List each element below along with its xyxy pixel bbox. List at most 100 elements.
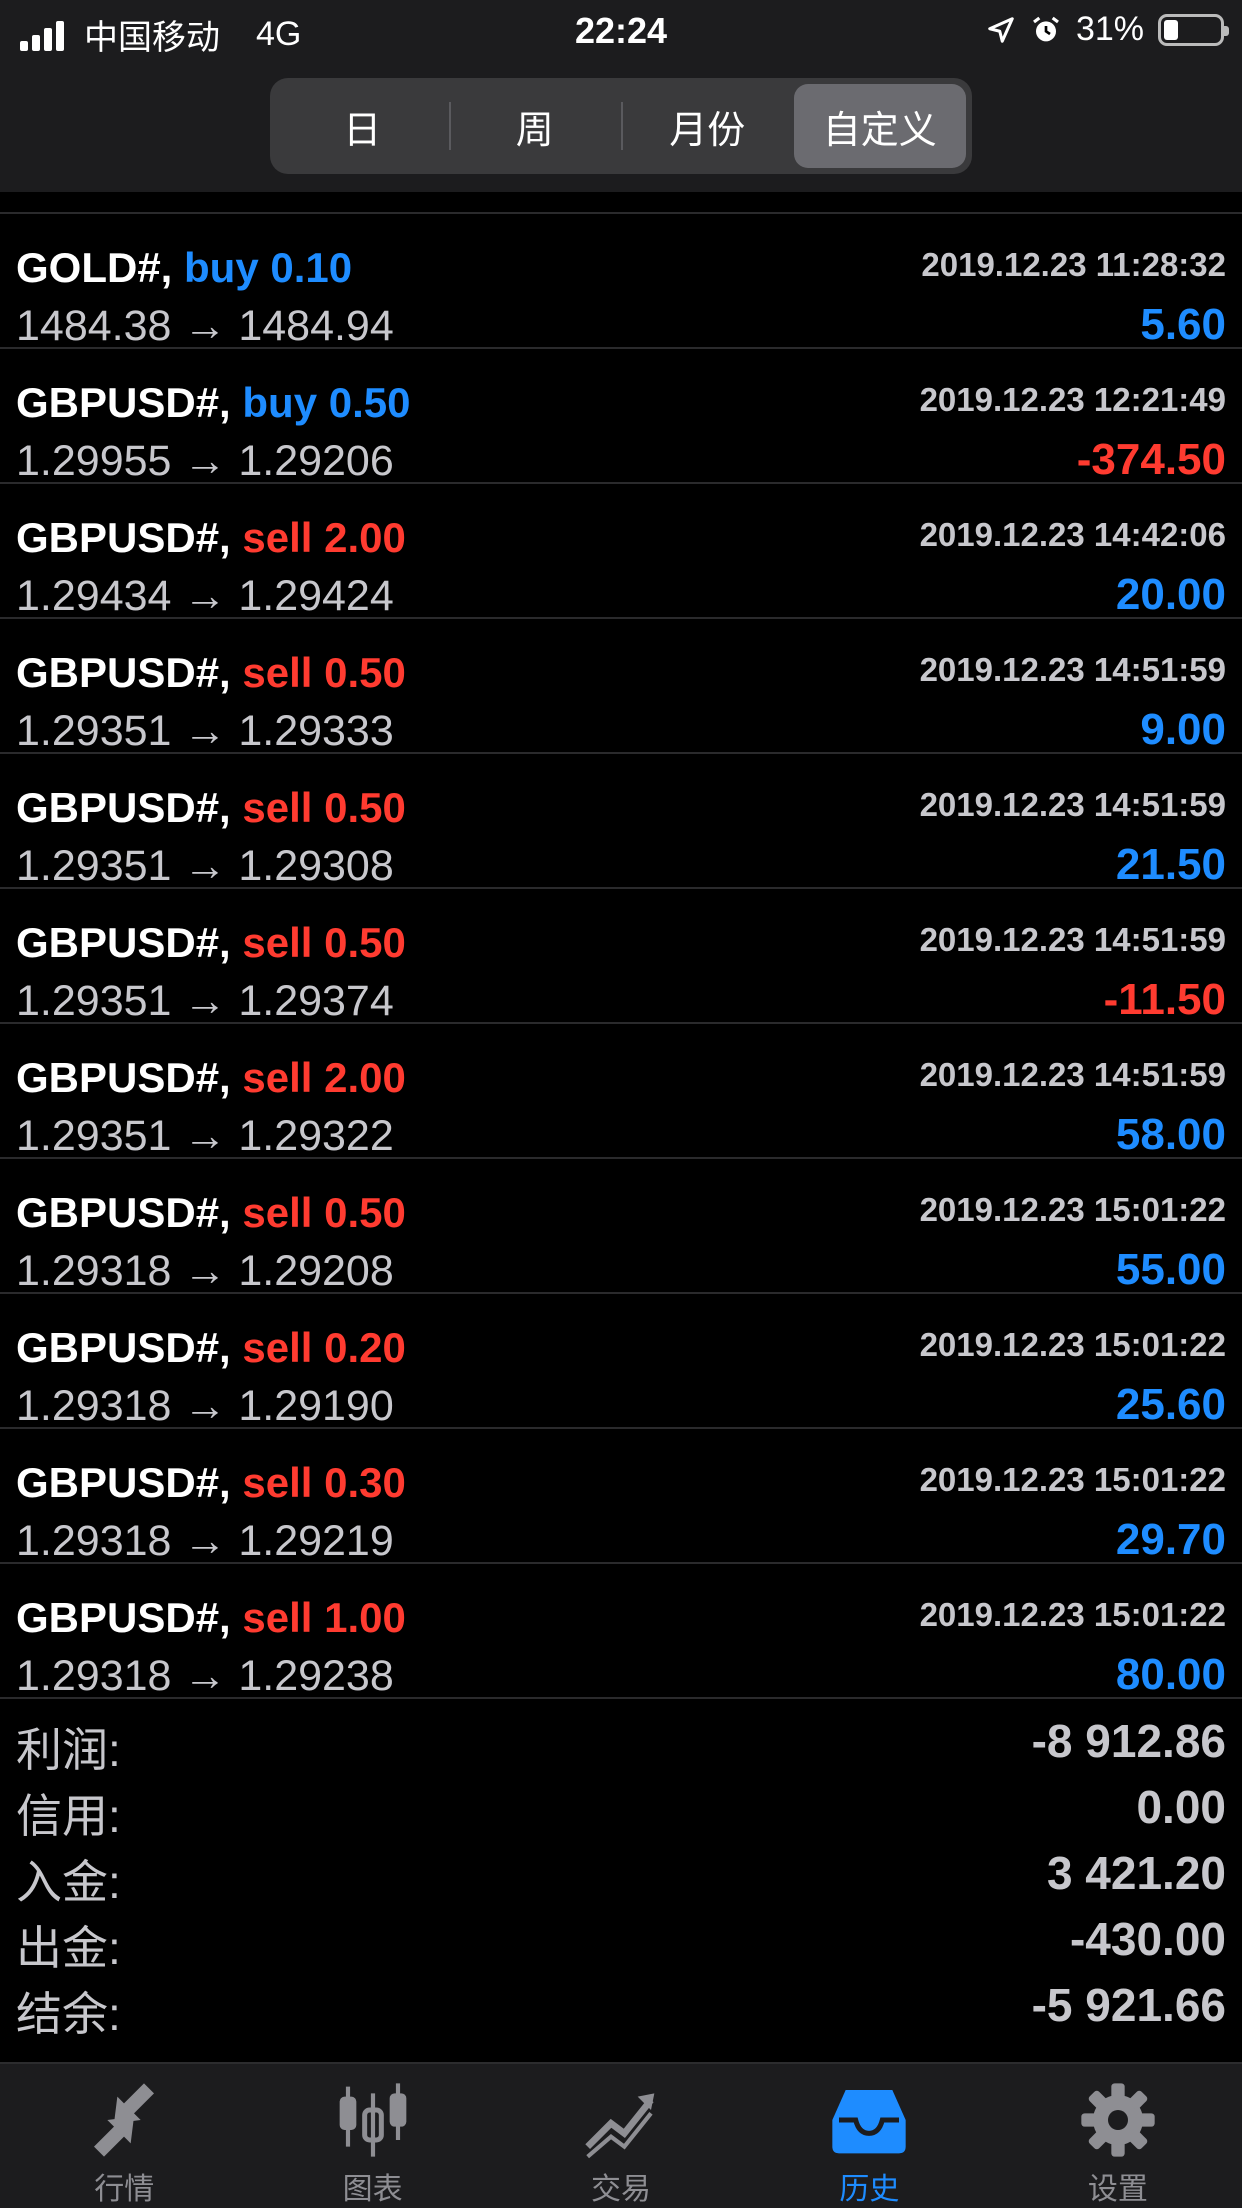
segment-month[interactable]: 月份 — [621, 84, 794, 168]
summary-label: 入金: — [16, 1856, 121, 1908]
trade-title: GBPUSD#, sell 0.50 — [16, 649, 406, 697]
trade-time: 2019.12.23 12:21:49 — [919, 381, 1226, 418]
trade-profit: -374.50 — [1076, 435, 1226, 484]
trade-row[interactable]: GBPUSD#, sell 1.00 2019.12.23 15:01:22 1.2… — [0, 1564, 1242, 1700]
trade-prices: 1484.38 → 1484.94 — [16, 302, 394, 350]
summary-value: -430.00 — [1069, 1913, 1226, 1965]
trade-prices: 1.29351 → 1.29322 — [16, 1112, 394, 1160]
tab-settings[interactable]: 设置 — [994, 2064, 1242, 2208]
segment-label: 周 — [515, 109, 554, 152]
trade-row[interactable]: GBPUSD#, sell 0.50 2019.12.23 15:01:22 1.2… — [0, 1159, 1242, 1295]
trade-prices: 1.29434 → 1.29424 — [16, 572, 394, 620]
trade-side-lots: sell 0.50 — [242, 784, 406, 831]
battery-percent: 31% — [1075, 10, 1144, 48]
list-item-partial — [0, 192, 1242, 214]
trade-symbol: GBPUSD#, — [16, 514, 231, 561]
trade-symbol: GBPUSD#, — [16, 919, 231, 966]
trade-row[interactable]: GBPUSD#, sell 0.50 2019.12.23 14:51:59 1.2… — [0, 619, 1242, 755]
trade-time: 2019.12.23 14:51:59 — [919, 651, 1226, 688]
summary-value: -5 921.66 — [1031, 1979, 1226, 2031]
location-icon — [988, 16, 1014, 43]
trade-side-lots: sell 2.00 — [242, 514, 406, 561]
trade-symbol: GBPUSD#, — [16, 784, 231, 831]
top-bar: 中国移动 4G 22:24 31% 日 周 月份 自定义 — [0, 0, 1242, 192]
trade-time: 2019.12.23 15:01:22 — [919, 1326, 1226, 1363]
trade-profit: 29.70 — [1115, 1515, 1226, 1564]
trade-side-lots: buy 0.50 — [242, 379, 411, 426]
summary-label: 结余: — [16, 1988, 121, 2040]
trade-time: 2019.12.23 11:28:32 — [921, 246, 1226, 283]
trade-symbol: GBPUSD#, — [16, 1324, 231, 1371]
trade-time: 2019.12.23 15:01:22 — [919, 1461, 1226, 1498]
status-bar: 中国移动 4G 22:24 31% — [0, 0, 1242, 62]
trade-profit: 55.00 — [1115, 1245, 1226, 1294]
trade-row[interactable]: GBPUSD#, sell 0.20 2019.12.23 15:01:22 1.2… — [0, 1294, 1242, 1430]
trade-symbol: GBPUSD#, — [16, 379, 231, 426]
trade-row[interactable]: GBPUSD#, sell 2.00 2019.12.23 14:51:59 1.2… — [0, 1024, 1242, 1160]
trade-title: GBPUSD#, buy 0.50 — [16, 379, 410, 427]
trade-row[interactable]: GOLD#, buy 0.10 2019.12.23 11:28:32 1484.3… — [0, 214, 1242, 350]
trade-side-lots: sell 1.00 — [242, 1594, 406, 1641]
quotes-icon — [94, 2083, 155, 2157]
trade-symbol: GOLD#, — [16, 244, 173, 291]
tab-label: 历史 — [839, 2173, 900, 2206]
tab-chart[interactable]: 图表 — [248, 2064, 496, 2208]
trade-time: 2019.12.23 14:51:59 — [919, 1056, 1226, 1093]
settings-icon — [1081, 2083, 1155, 2157]
summary-profit: 利润: -8 912.86 — [0, 1708, 1242, 1776]
trade-side-lots: sell 0.20 — [242, 1324, 406, 1371]
trade-profit: -11.50 — [1103, 975, 1226, 1024]
trade-profit: 80.00 — [1115, 1650, 1226, 1699]
trade-row[interactable]: GBPUSD#, sell 0.50 2019.12.23 14:51:59 1.2… — [0, 754, 1242, 890]
trade-row[interactable]: GBPUSD#, sell 0.30 2019.12.23 15:01:22 1.2… — [0, 1429, 1242, 1565]
trade-prices: 1.29351 → 1.29308 — [16, 842, 394, 890]
trade-title: GBPUSD#, sell 2.00 — [16, 514, 406, 562]
trade-prices: 1.29318 → 1.29208 — [16, 1247, 394, 1295]
tab-quotes[interactable]: 行情 — [0, 2064, 248, 2208]
segment-custom[interactable]: 自定义 — [793, 84, 966, 168]
trade-prices: 1.29318 → 1.29219 — [16, 1517, 394, 1565]
summary-value: 3 421.20 — [1046, 1847, 1226, 1899]
summary-credit: 信用: 0.00 — [0, 1774, 1242, 1842]
history-icon — [832, 2090, 907, 2154]
tab-label: 图表 — [342, 2173, 403, 2206]
segment-week[interactable]: 周 — [448, 84, 622, 168]
summary-label: 利润: — [16, 1724, 121, 1776]
trade-title: GOLD#, buy 0.10 — [16, 244, 352, 292]
trade-time: 2019.12.23 14:42:06 — [919, 516, 1226, 553]
segment-day[interactable]: 日 — [276, 84, 449, 168]
trade-history-list[interactable]: GOLD#, buy 0.10 2019.12.23 11:28:32 1484.3… — [0, 192, 1242, 1700]
tab-history[interactable]: 历史 — [745, 2064, 993, 2208]
trade-row[interactable]: GBPUSD#, sell 0.50 2019.12.23 14:51:59 1.2… — [0, 889, 1242, 1025]
trade-prices: 1.29351 → 1.29333 — [16, 707, 394, 755]
segment-label: 月份 — [669, 109, 746, 152]
trade-title: GBPUSD#, sell 0.50 — [16, 784, 406, 832]
tab-label: 行情 — [94, 2173, 155, 2206]
period-selector: 日 周 月份 自定义 — [270, 78, 972, 174]
trade-time: 2019.12.23 14:51:59 — [919, 921, 1226, 958]
trade-symbol: GBPUSD#, — [16, 1189, 231, 1236]
trade-time: 2019.12.23 15:01:22 — [919, 1596, 1226, 1633]
trade-title: GBPUSD#, sell 0.50 — [16, 919, 406, 967]
trade-row[interactable]: GBPUSD#, sell 2.00 2019.12.23 14:42:06 1.2… — [0, 484, 1242, 620]
trade-side-lots: buy 0.10 — [184, 244, 353, 291]
trade-title: GBPUSD#, sell 1.00 — [16, 1594, 406, 1642]
tab-trade[interactable]: 交易 — [497, 2064, 745, 2208]
trade-symbol: GBPUSD#, — [16, 649, 231, 696]
trade-time: 2019.12.23 15:01:22 — [919, 1191, 1226, 1228]
trade-side-lots: sell 2.00 — [242, 1054, 406, 1101]
trade-row[interactable]: GBPUSD#, buy 0.50 2019.12.23 12:21:49 1.29… — [0, 349, 1242, 485]
trade-title: GBPUSD#, sell 2.00 — [16, 1054, 406, 1102]
trade-title: GBPUSD#, sell 0.50 — [16, 1189, 406, 1237]
trade-title: GBPUSD#, sell 0.20 — [16, 1324, 406, 1372]
summary-value: -8 912.86 — [1031, 1715, 1226, 1767]
trade-side-lots: sell 0.30 — [242, 1459, 406, 1506]
trade-title: GBPUSD#, sell 0.30 — [16, 1459, 406, 1507]
trade-symbol: GBPUSD#, — [16, 1594, 231, 1641]
trade-time: 2019.12.23 14:51:59 — [919, 786, 1226, 823]
app-root: 中国移动 4G 22:24 31% 日 周 月份 自定义 GOLD#, buy … — [0, 0, 1242, 2208]
trade-profit: 21.50 — [1115, 840, 1226, 889]
status-right: 31% — [986, 10, 1229, 49]
trade-profit: 9.00 — [1140, 705, 1226, 754]
trade-prices: 1.29955 → 1.29206 — [16, 437, 394, 485]
